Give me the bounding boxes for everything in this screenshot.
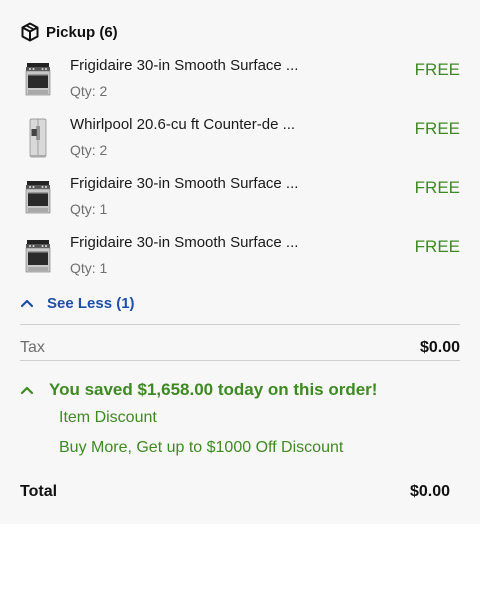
item-price: FREE	[414, 237, 460, 256]
line-item[interactable]: Frigidaire 30-in Smooth Surface ... Qty:…	[0, 175, 480, 227]
item-price: FREE	[414, 119, 460, 138]
see-less-label[interactable]: See Less (1)	[47, 295, 135, 312]
item-quantity: Qty: 2	[70, 142, 108, 158]
item-quantity: Qty: 2	[70, 83, 108, 99]
range-icon[interactable]	[20, 57, 56, 101]
line-item[interactable]: Frigidaire 30-in Smooth Surface ... Qty:…	[0, 234, 480, 286]
divider	[20, 324, 460, 325]
order-summary-panel: Pickup (6) Frigidaire 30-in Smooth Surfa…	[0, 0, 480, 524]
savings-toggle[interactable]: You saved $1,658.00 today on this order!	[20, 380, 377, 400]
box-icon	[20, 22, 40, 42]
item-name[interactable]: Whirlpool 20.6-cu ft Counter-de ...	[70, 116, 295, 134]
pickup-title: Pickup (6)	[46, 23, 118, 41]
item-quantity: Qty: 1	[70, 201, 108, 217]
line-item[interactable]: Whirlpool 20.6-cu ft Counter-de ... Qty:…	[0, 116, 480, 168]
item-quantity: Qty: 1	[70, 260, 108, 276]
item-price: FREE	[414, 60, 460, 79]
range-icon[interactable]	[20, 234, 56, 278]
chevron-up-icon[interactable]	[20, 298, 34, 308]
savings-label[interactable]: You saved $1,658.00 today on this order!	[49, 380, 377, 400]
divider	[20, 360, 460, 361]
chevron-up-icon[interactable]	[20, 385, 34, 395]
refrigerator-icon[interactable]	[20, 116, 56, 160]
discount-line: Item Discount	[59, 409, 157, 426]
see-less-toggle[interactable]: See Less (1)	[20, 293, 135, 313]
item-name[interactable]: Frigidaire 30-in Smooth Surface ...	[70, 175, 298, 193]
total-value: $0.00	[409, 483, 450, 500]
range-icon[interactable]	[20, 175, 56, 219]
item-price: FREE	[414, 178, 460, 197]
item-name[interactable]: Frigidaire 30-in Smooth Surface ...	[70, 234, 298, 252]
total-label: Total	[20, 483, 58, 500]
pickup-header: Pickup (6)	[20, 20, 118, 44]
discount-line: Buy More, Get up to $1000 Off Discount	[59, 439, 344, 456]
tax-label: Tax	[20, 339, 45, 356]
tax-value: $0.00	[419, 339, 460, 356]
line-item[interactable]: Frigidaire 30-in Smooth Surface ... Qty:…	[0, 57, 480, 109]
item-name[interactable]: Frigidaire 30-in Smooth Surface ...	[70, 57, 298, 75]
